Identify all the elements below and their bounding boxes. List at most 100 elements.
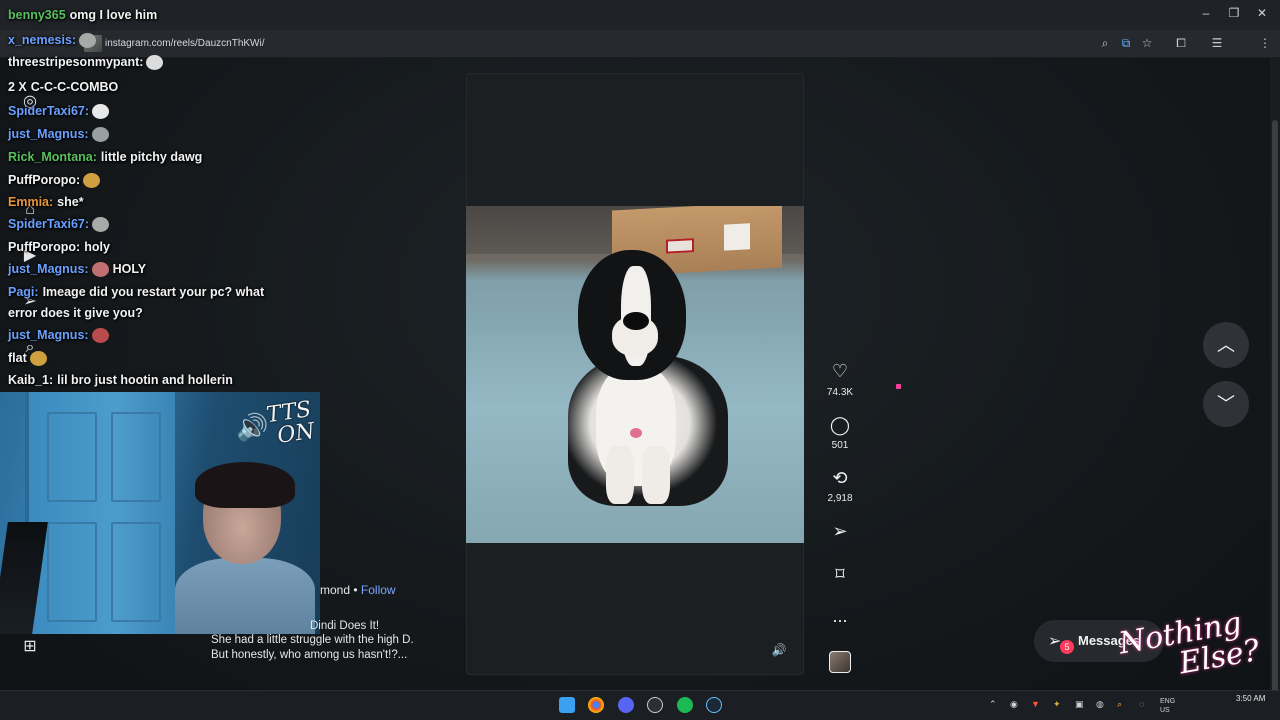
maximize-button[interactable]: ❐ [1224, 6, 1244, 20]
tray-steam-icon[interactable]: ◉ [1010, 699, 1018, 710]
chat-message: flat [8, 351, 51, 367]
chat-message: SpiderTaxi67: [8, 217, 113, 233]
screen: – ❐ ✕ instagram.com/reels/DauzcnThKWi/ ⌕… [0, 0, 1280, 720]
comment-icon[interactable]: ◯ [828, 413, 852, 437]
chat-message: PuffPoropo: [8, 173, 104, 189]
chat-message: just_Magnus: [8, 328, 113, 344]
translate-icon[interactable]: ⧉ [1118, 36, 1134, 51]
chat-username: Kaib_1: [8, 373, 54, 387]
extensions-icon[interactable]: ⧠ [1173, 36, 1189, 51]
repost-icon[interactable]: ⟲ [828, 466, 852, 490]
audio-avatar[interactable] [829, 651, 851, 673]
tray-window-icon[interactable]: ▣ [1075, 699, 1084, 710]
chat-text: she* [57, 195, 84, 209]
chat-text: omg I love him [69, 8, 158, 22]
caption-line-3: But honestly, who among us hasn't!?... [211, 649, 408, 661]
scrollbar-thumb[interactable] [1272, 120, 1278, 720]
webcam-feed: 🔊 TTS ON [0, 392, 320, 634]
chat-message: Pagi: Imeage did you restart your pc? wha… [8, 285, 264, 299]
tray-brave-icon[interactable]: ▼ [1031, 699, 1040, 709]
chat-emote-icon [79, 33, 97, 49]
repost-count: 2,918 [827, 493, 853, 504]
minimize-button[interactable]: – [1196, 6, 1216, 20]
share-icon[interactable]: ➢ [828, 519, 852, 543]
reading-list-icon[interactable]: ☰ [1209, 36, 1225, 50]
chat-emote-icon [91, 262, 109, 278]
chat-message: PuffPoropo: holy [8, 240, 110, 254]
messages-badge: 5 [1060, 640, 1074, 654]
follow-button[interactable]: Follow [361, 583, 396, 597]
chat-username: Emmia: [8, 195, 54, 209]
chat-message: SpiderTaxi67: [8, 104, 113, 120]
taskbar [0, 690, 1280, 720]
discord-icon[interactable] [618, 697, 634, 713]
chat-message: just_Magnus: HOLY [8, 262, 147, 278]
tray-search-icon[interactable]: ⌕ [1117, 699, 1122, 710]
start-icon[interactable] [559, 697, 575, 713]
browser-menu-icon[interactable]: ⋮ [1257, 36, 1273, 50]
save-bookmark-icon[interactable]: ⌑ [828, 562, 852, 586]
chat-emote-icon [83, 173, 101, 189]
comment-count: 501 [831, 440, 849, 451]
chat-username: Rick_Montana: [8, 150, 97, 164]
tray-network-icon[interactable]: ◍ [1096, 699, 1104, 710]
chat-message: error does it give you? [4, 306, 143, 320]
more-grid-icon[interactable]: ⊞ [20, 637, 40, 657]
bookmark-star-icon[interactable]: ☆ [1139, 36, 1155, 50]
post-author-line: mond • Follow [320, 583, 396, 597]
chat-emote-icon [91, 328, 109, 344]
chat-username: PuffPoropo: [8, 240, 81, 254]
chat-message: Emmia: she* [8, 195, 84, 209]
reel-video[interactable] [466, 206, 804, 543]
chat-message: Rick_Montana: little pitchy dawg [8, 150, 202, 164]
chrome-icon[interactable] [588, 697, 604, 713]
spotify-icon[interactable] [677, 697, 693, 713]
more-options-icon[interactable]: ... [828, 604, 852, 628]
chat-message: benny365 omg I love him [8, 8, 157, 22]
author-name[interactable]: mond [320, 583, 350, 597]
chat-username: just_Magnus: [8, 262, 89, 276]
stream-chat: benny365 omg I love him x_nemesis: threestr… [0, 0, 320, 395]
language-indicator[interactable]: ENG US [1160, 697, 1175, 715]
tray-app-icon[interactable]: ✦ [1053, 699, 1061, 710]
chat-text: error does it give you? [8, 306, 143, 320]
mouse-cursor [896, 384, 901, 389]
separator: • [353, 583, 358, 597]
chat-message: threestripesonmypant: [8, 55, 167, 71]
chat-emote-icon [92, 217, 110, 233]
tray-expand-icon[interactable]: ⌃ [989, 699, 997, 710]
chat-text: holy [84, 240, 110, 254]
tray-wifi-icon[interactable]: ◌ [1139, 699, 1144, 709]
like-heart-icon[interactable]: ♡ [828, 359, 852, 383]
chat-message: x_nemesis: [8, 33, 100, 49]
chat-username: SpiderTaxi67: [8, 104, 90, 118]
streamer [175, 462, 315, 634]
chat-text: HOLY [112, 262, 147, 276]
chat-message: just_Magnus: [8, 127, 113, 143]
volume-icon[interactable]: 🔊 [770, 643, 788, 659]
steam-icon[interactable] [706, 697, 722, 713]
chat-username: just_Magnus: [8, 127, 89, 141]
chat-message: Kaib_1: lil bro just hootin and hollerin [8, 373, 233, 387]
tts-on-label: TTS ON [264, 397, 317, 449]
scrollbar[interactable] [1270, 58, 1280, 720]
previous-reel-button[interactable]: ︿ [1203, 322, 1249, 368]
chat-username: Pagi: [8, 285, 39, 299]
chat-username: SpiderTaxi67: [8, 217, 90, 231]
chat-text: C-C-C-COMBO [30, 80, 119, 94]
like-count: 74.3K [826, 387, 854, 398]
chat-username: benny365 [8, 8, 66, 22]
chat-message: 2 X C-C-C-COMBO [8, 80, 118, 94]
chat-text: little pitchy dawg [100, 150, 203, 164]
chat-emote-icon [29, 351, 47, 367]
obs-icon[interactable] [647, 697, 663, 713]
door [25, 392, 175, 634]
taskbar-clock[interactable]: 3:50 AM [1236, 694, 1265, 703]
chat-emote-icon [92, 104, 110, 120]
zoom-icon[interactable]: ⌕ [1097, 36, 1113, 51]
next-reel-button[interactable]: ﹀ [1203, 381, 1249, 427]
chat-emote-icon [91, 127, 109, 143]
chat-username: x_nemesis: [8, 33, 77, 47]
close-window-button[interactable]: ✕ [1252, 6, 1272, 20]
chat-text: Imeage did you restart your pc? what [42, 285, 265, 299]
